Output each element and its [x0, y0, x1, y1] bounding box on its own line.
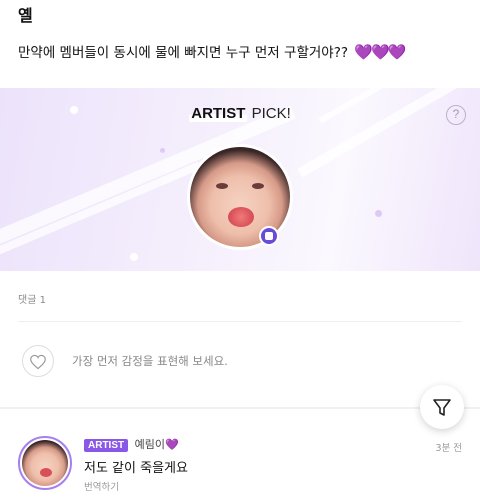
post-author-name[interactable]: 옐	[18, 2, 33, 26]
divider	[18, 321, 462, 322]
avatar-lips	[228, 207, 254, 227]
artist-pick-title-pick: PICK!	[251, 105, 291, 122]
purple-heart-emoji: 💜	[164, 438, 179, 451]
comment-avatar[interactable]	[18, 436, 72, 490]
banner-dot	[130, 253, 138, 261]
translate-link[interactable]: 번역하기	[84, 479, 119, 493]
reaction-placeholder[interactable]: 가장 먼저 감정을 표현해 보세요.	[72, 353, 228, 369]
avatar-eye	[252, 183, 264, 189]
help-icon[interactable]: ?	[446, 105, 466, 125]
banner-dot	[70, 106, 78, 114]
filter-icon	[433, 399, 451, 416]
heart-outline-icon[interactable]	[22, 345, 54, 377]
avatar-lips	[40, 468, 52, 477]
comment-avatar-image	[22, 440, 68, 486]
purple-hearts-emoji: 💜💜💜	[354, 43, 406, 61]
section-separator	[0, 407, 480, 409]
artist-pick-title: ARTIST PICK!	[189, 105, 291, 122]
banner-dot	[160, 148, 165, 153]
comment-text: 저도 같이 죽을게요	[84, 461, 188, 476]
comment-author-name[interactable]: 예림이	[135, 438, 165, 451]
post-text: 만약에 멤버들이 동시에 물에 빠지면 누구 먼저 구할거야??	[18, 45, 349, 61]
avatar-eye	[216, 183, 228, 189]
artist-badge: ARTIST	[84, 439, 129, 452]
comment-timestamp: 3분 전	[435, 443, 462, 454]
artist-badge-icon	[259, 226, 279, 246]
banner-stripe	[297, 88, 480, 178]
artist-pick-title-artist: ARTIST	[189, 105, 248, 122]
artist-pick-banner: ARTIST PICK! ?	[0, 88, 480, 271]
filter-button[interactable]	[420, 385, 464, 429]
comment-count: 댓글 1	[18, 295, 46, 306]
banner-dot	[375, 210, 382, 217]
post-body: 만약에 멤버들이 동시에 물에 빠지면 누구 먼저 구할거야?? 💜💜💜	[18, 41, 406, 61]
comment-header: ARTIST 예림이💜	[84, 436, 179, 452]
